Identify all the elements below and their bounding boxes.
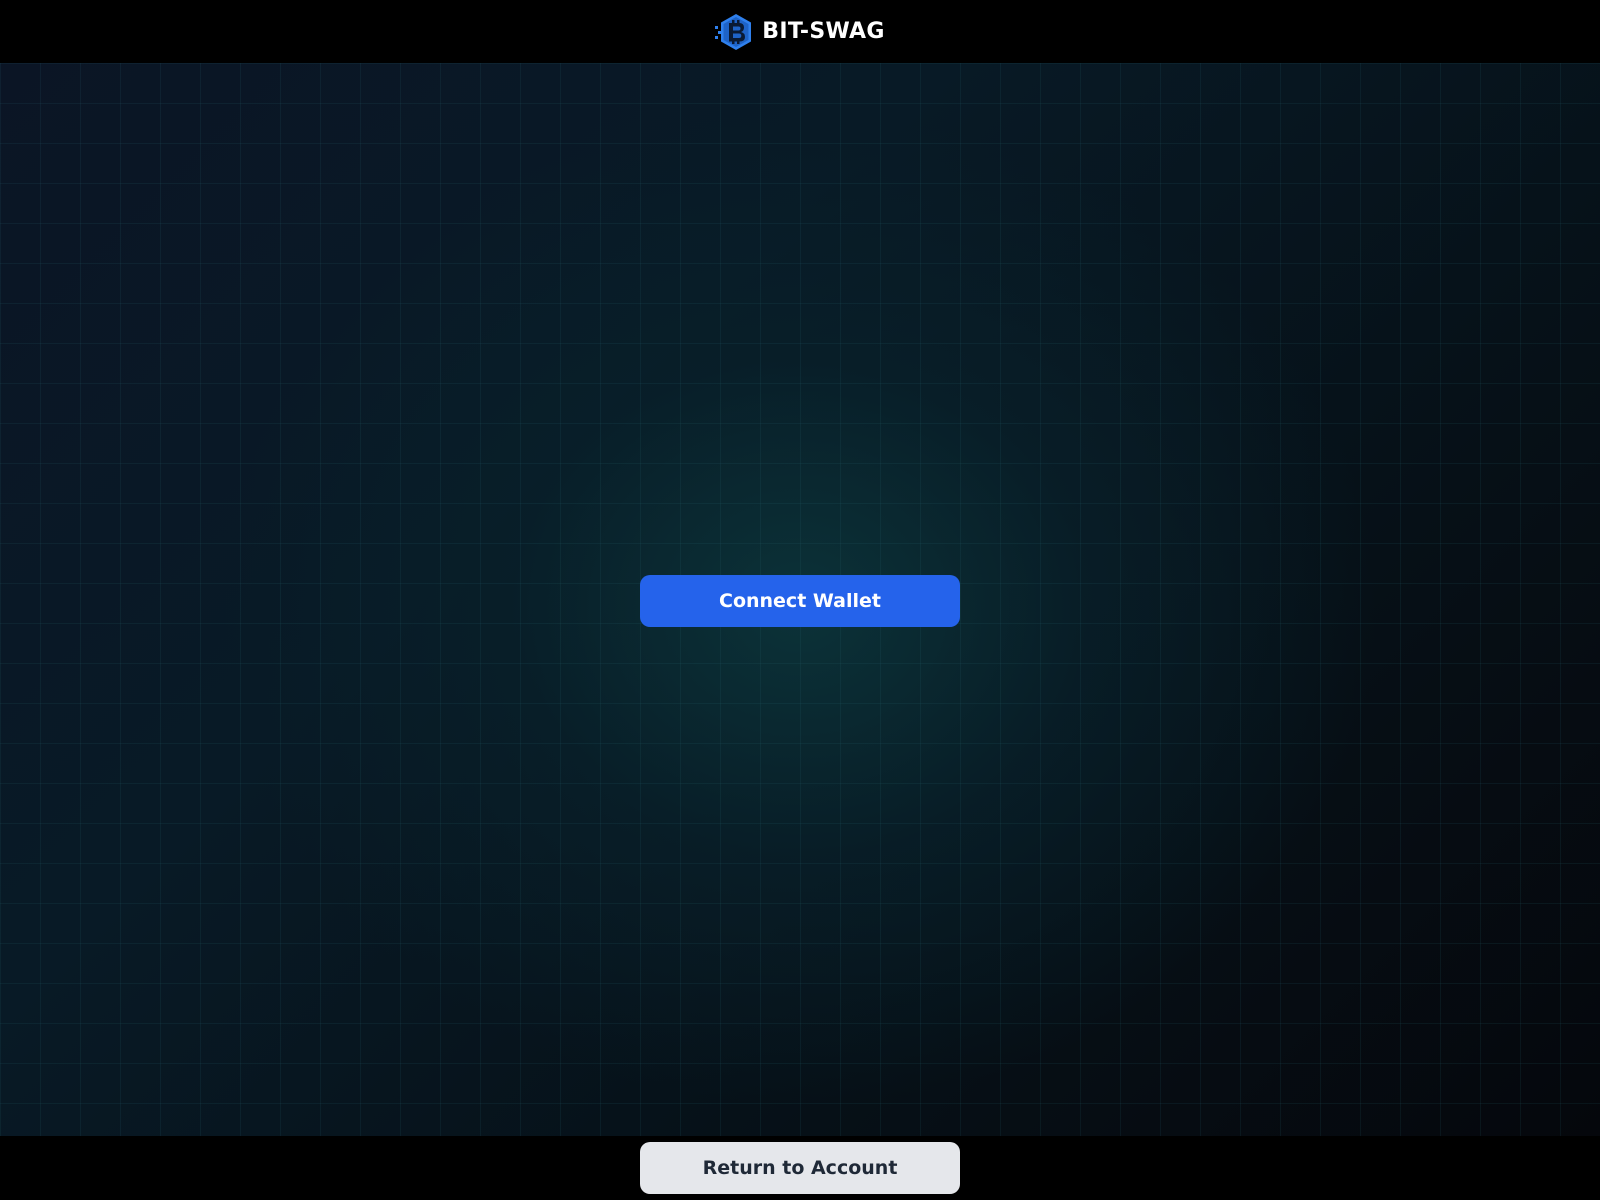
return-to-account-button[interactable]: Return to Account	[640, 1142, 960, 1194]
brand[interactable]: BIT-SWAG	[714, 12, 884, 52]
app-window: BIT-SWAG Connect Wallet Return to Accoun…	[0, 0, 1600, 1200]
top-header: BIT-SWAG	[0, 0, 1600, 63]
hexagon-bitcoin-logo-icon	[715, 13, 752, 50]
brand-name: BIT-SWAG	[762, 19, 885, 44]
bottom-footer: Return to Account	[0, 1136, 1600, 1200]
connect-wallet-button[interactable]: Connect Wallet	[640, 575, 960, 627]
main-content: Connect Wallet	[0, 63, 1600, 1136]
